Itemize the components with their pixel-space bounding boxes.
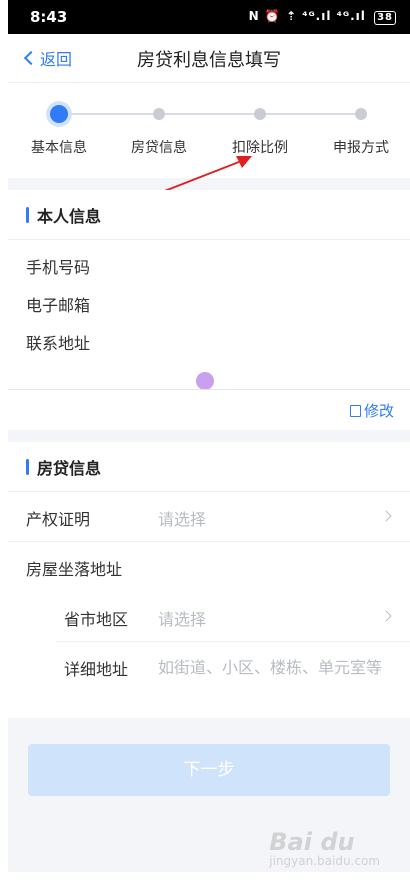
- section-accent-bar: [26, 206, 29, 223]
- house-address-row: 房屋坐落地址: [8, 542, 410, 592]
- loan-info-header: 房贷信息: [8, 442, 410, 492]
- phone-label: 手机号码: [26, 258, 91, 277]
- property-cert-row[interactable]: 产权证明 请选择: [8, 492, 410, 542]
- watermark-sub: jingyan.baidu.com: [269, 854, 380, 868]
- address-label: 联系地址: [26, 334, 91, 353]
- step-label-4: 申报方式: [333, 140, 389, 156]
- property-cert-label: 产权证明: [26, 510, 91, 529]
- drag-handle[interactable]: [196, 372, 214, 390]
- personal-info-header: 本人信息: [8, 190, 410, 240]
- region-label: 省市地区: [64, 610, 129, 629]
- property-cert-select[interactable]: 请选择: [158, 506, 206, 530]
- detail-address-row[interactable]: 详细地址 如街道、小区、楼栋、单元室等: [8, 642, 410, 718]
- step-label-1: 基本信息: [31, 140, 87, 156]
- house-address-label: 房屋坐落地址: [26, 560, 123, 579]
- status-bar: 8:43 N ⏰ ⇡ ⁴ᴳ.ıl ⁴ᴳ.ıl 38: [8, 0, 410, 34]
- step-dot-2: [153, 108, 165, 120]
- detail-address-input[interactable]: 如街道、小区、楼栋、单元室等: [158, 656, 388, 680]
- loan-info-title: 房贷信息: [37, 458, 102, 478]
- detail-address-label: 详细地址: [64, 660, 129, 679]
- battery-icon: 38: [374, 11, 396, 25]
- next-step-button[interactable]: 下一步: [28, 744, 390, 796]
- card-divider: [8, 389, 410, 390]
- chevron-right-icon: [380, 510, 392, 522]
- step-track: [62, 113, 364, 115]
- page-title: 房贷利息信息填写: [137, 50, 281, 71]
- modify-button[interactable]: 修改: [349, 400, 394, 421]
- step-dot-4: [355, 108, 367, 120]
- email-label: 电子邮箱: [26, 296, 91, 315]
- nav-bar: 返回 房贷利息信息填写: [8, 34, 410, 82]
- watermark: Bai du jingyan.baidu.com: [269, 828, 380, 868]
- watermark-text: Bai du: [269, 828, 355, 856]
- step-dot-1: [50, 105, 68, 123]
- region-row[interactable]: 省市地区 请选择: [56, 592, 410, 642]
- signal-icons: N ⏰ ⇡ ⁴ᴳ.ıl ⁴ᴳ.ıl: [248, 9, 366, 23]
- step-dot-3: [254, 108, 266, 120]
- personal-info-title: 本人信息: [37, 206, 102, 226]
- section-accent-bar: [26, 458, 29, 475]
- personal-info-card: 本人信息 手机号码 电子邮箱 联系地址 修改: [8, 190, 410, 430]
- chevron-right-icon: [380, 610, 392, 622]
- edit-icon: [349, 404, 361, 417]
- bottom-edge: [8, 872, 410, 880]
- status-icons: N ⏰ ⇡ ⁴ᴳ.ıl ⁴ᴳ.ıl 38: [249, 9, 396, 25]
- loan-info-card: 房贷信息 产权证明 请选择 房屋坐落地址 省市地区 请选择 详细地址 如街道、小…: [8, 442, 410, 718]
- modify-label: 修改: [363, 402, 394, 420]
- region-select[interactable]: 请选择: [158, 606, 206, 630]
- app-frame: 8:43 N ⏰ ⇡ ⁴ᴳ.ıl ⁴ᴳ.ıl 38 返回 房贷利息信息填写 基本…: [8, 0, 410, 880]
- status-time: 8:43: [30, 8, 68, 26]
